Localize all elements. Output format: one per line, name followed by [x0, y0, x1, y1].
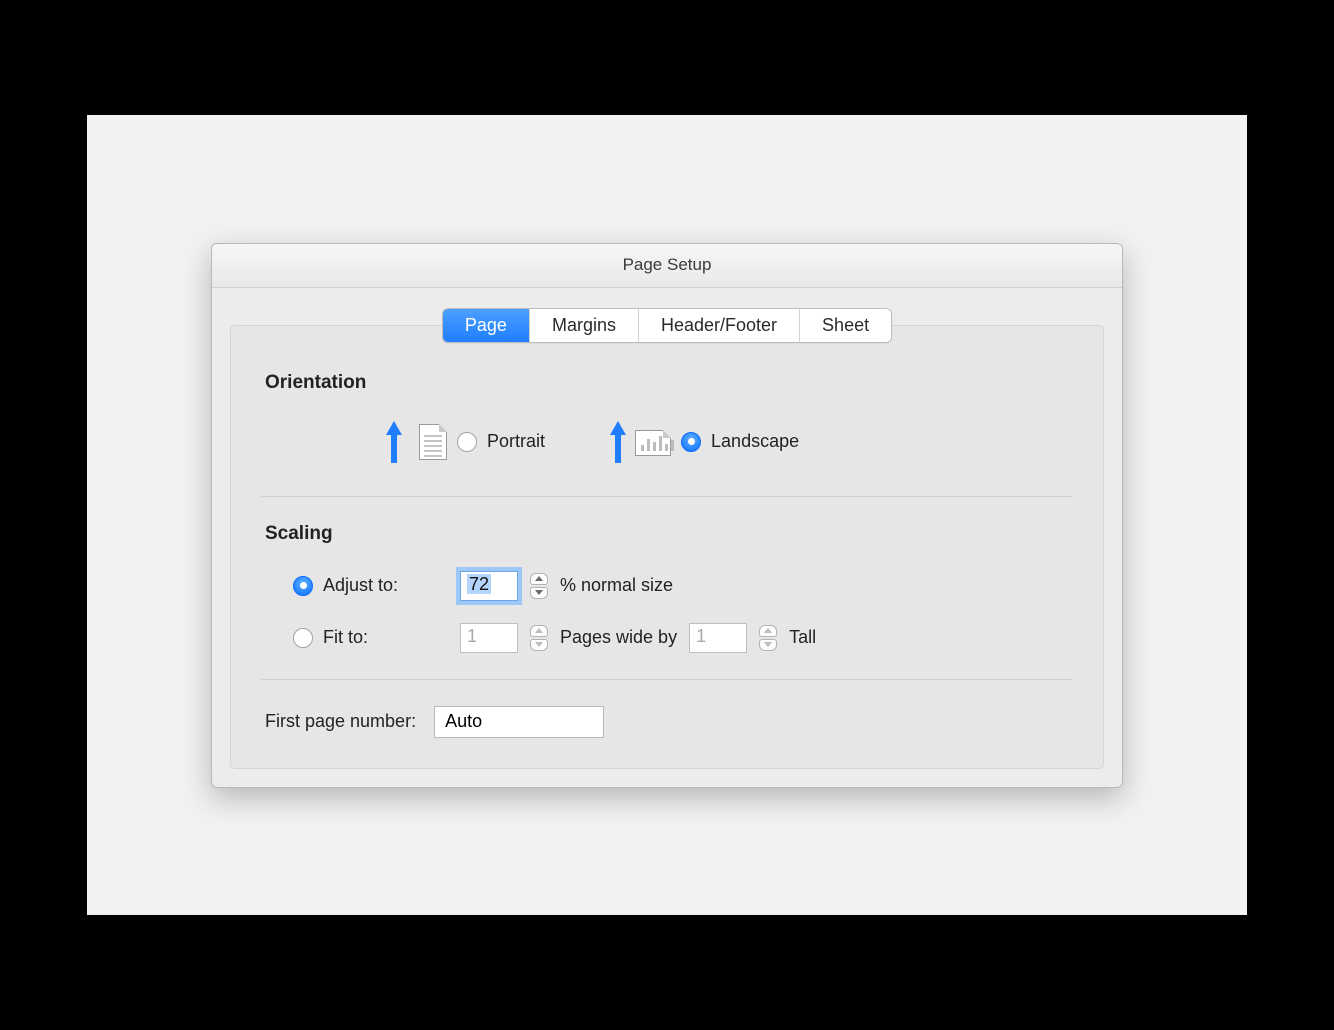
backdrop: Page Setup Page Margins Header/Footer Sh… [87, 115, 1247, 915]
stepper-up-icon[interactable] [759, 625, 777, 637]
window-title-text: Page Setup [623, 255, 712, 275]
orientation-portrait-block: Portrait [385, 420, 545, 464]
portrait-page-icon [411, 420, 447, 464]
window-title: Page Setup [212, 244, 1122, 288]
divider [261, 496, 1073, 497]
tabs-row: Page Margins Header/Footer Sheet [212, 288, 1122, 343]
page-setup-window: Page Setup Page Margins Header/Footer Sh… [211, 243, 1123, 788]
landscape-label: Landscape [711, 431, 799, 452]
orientation-landscape-block: Landscape [609, 420, 799, 464]
pages-wide-by-label: Pages wide by [560, 627, 677, 648]
adjust-to-suffix: % normal size [560, 575, 673, 596]
fit-wide-input[interactable]: 1 [460, 623, 518, 653]
fit-to-label: Fit to: [323, 627, 368, 648]
first-page-input[interactable] [434, 706, 604, 738]
orientation-heading: Orientation [265, 372, 1069, 394]
adjust-to-input[interactable]: 72 [460, 571, 518, 601]
adjust-to-label: Adjust to: [323, 575, 398, 596]
divider [261, 679, 1073, 680]
scaling-rows: Adjust to: 72 % normal size Fit to: 1 [265, 571, 1069, 653]
portrait-radio[interactable] [457, 432, 477, 452]
arrow-up-icon [609, 421, 627, 463]
stepper-up-icon[interactable] [530, 573, 548, 585]
fit-tall-stepper[interactable] [759, 625, 777, 651]
tab-header-footer[interactable]: Header/Footer [639, 309, 800, 342]
stepper-up-icon[interactable] [530, 625, 548, 637]
scaling-heading: Scaling [265, 523, 1069, 545]
first-page-row: First page number: [265, 706, 1069, 738]
stepper-down-icon[interactable] [530, 639, 548, 651]
orientation-row: Portrait [265, 420, 1069, 464]
adjust-to-row: Adjust to: 72 % normal size [293, 571, 1069, 601]
tall-label: Tall [789, 627, 816, 648]
tab-segmented-control: Page Margins Header/Footer Sheet [442, 308, 892, 343]
stepper-down-icon[interactable] [759, 639, 777, 651]
portrait-label: Portrait [487, 431, 545, 452]
landscape-radio[interactable] [681, 432, 701, 452]
fit-to-row: Fit to: 1 Pages wide by 1 Tall [293, 623, 1069, 653]
fit-wide-stepper[interactable] [530, 625, 548, 651]
fit-tall-input[interactable]: 1 [689, 623, 747, 653]
adjust-to-stepper[interactable] [530, 573, 548, 599]
fit-to-radio[interactable] [293, 628, 313, 648]
tab-margins[interactable]: Margins [530, 309, 639, 342]
tab-page[interactable]: Page [443, 309, 530, 342]
adjust-to-radio[interactable] [293, 576, 313, 596]
landscape-page-icon [635, 420, 671, 464]
stepper-down-icon[interactable] [530, 587, 548, 599]
panel-page: Orientation Portrait [230, 325, 1104, 769]
arrow-up-icon [385, 421, 403, 463]
tab-sheet[interactable]: Sheet [800, 309, 891, 342]
first-page-label: First page number: [265, 711, 416, 732]
